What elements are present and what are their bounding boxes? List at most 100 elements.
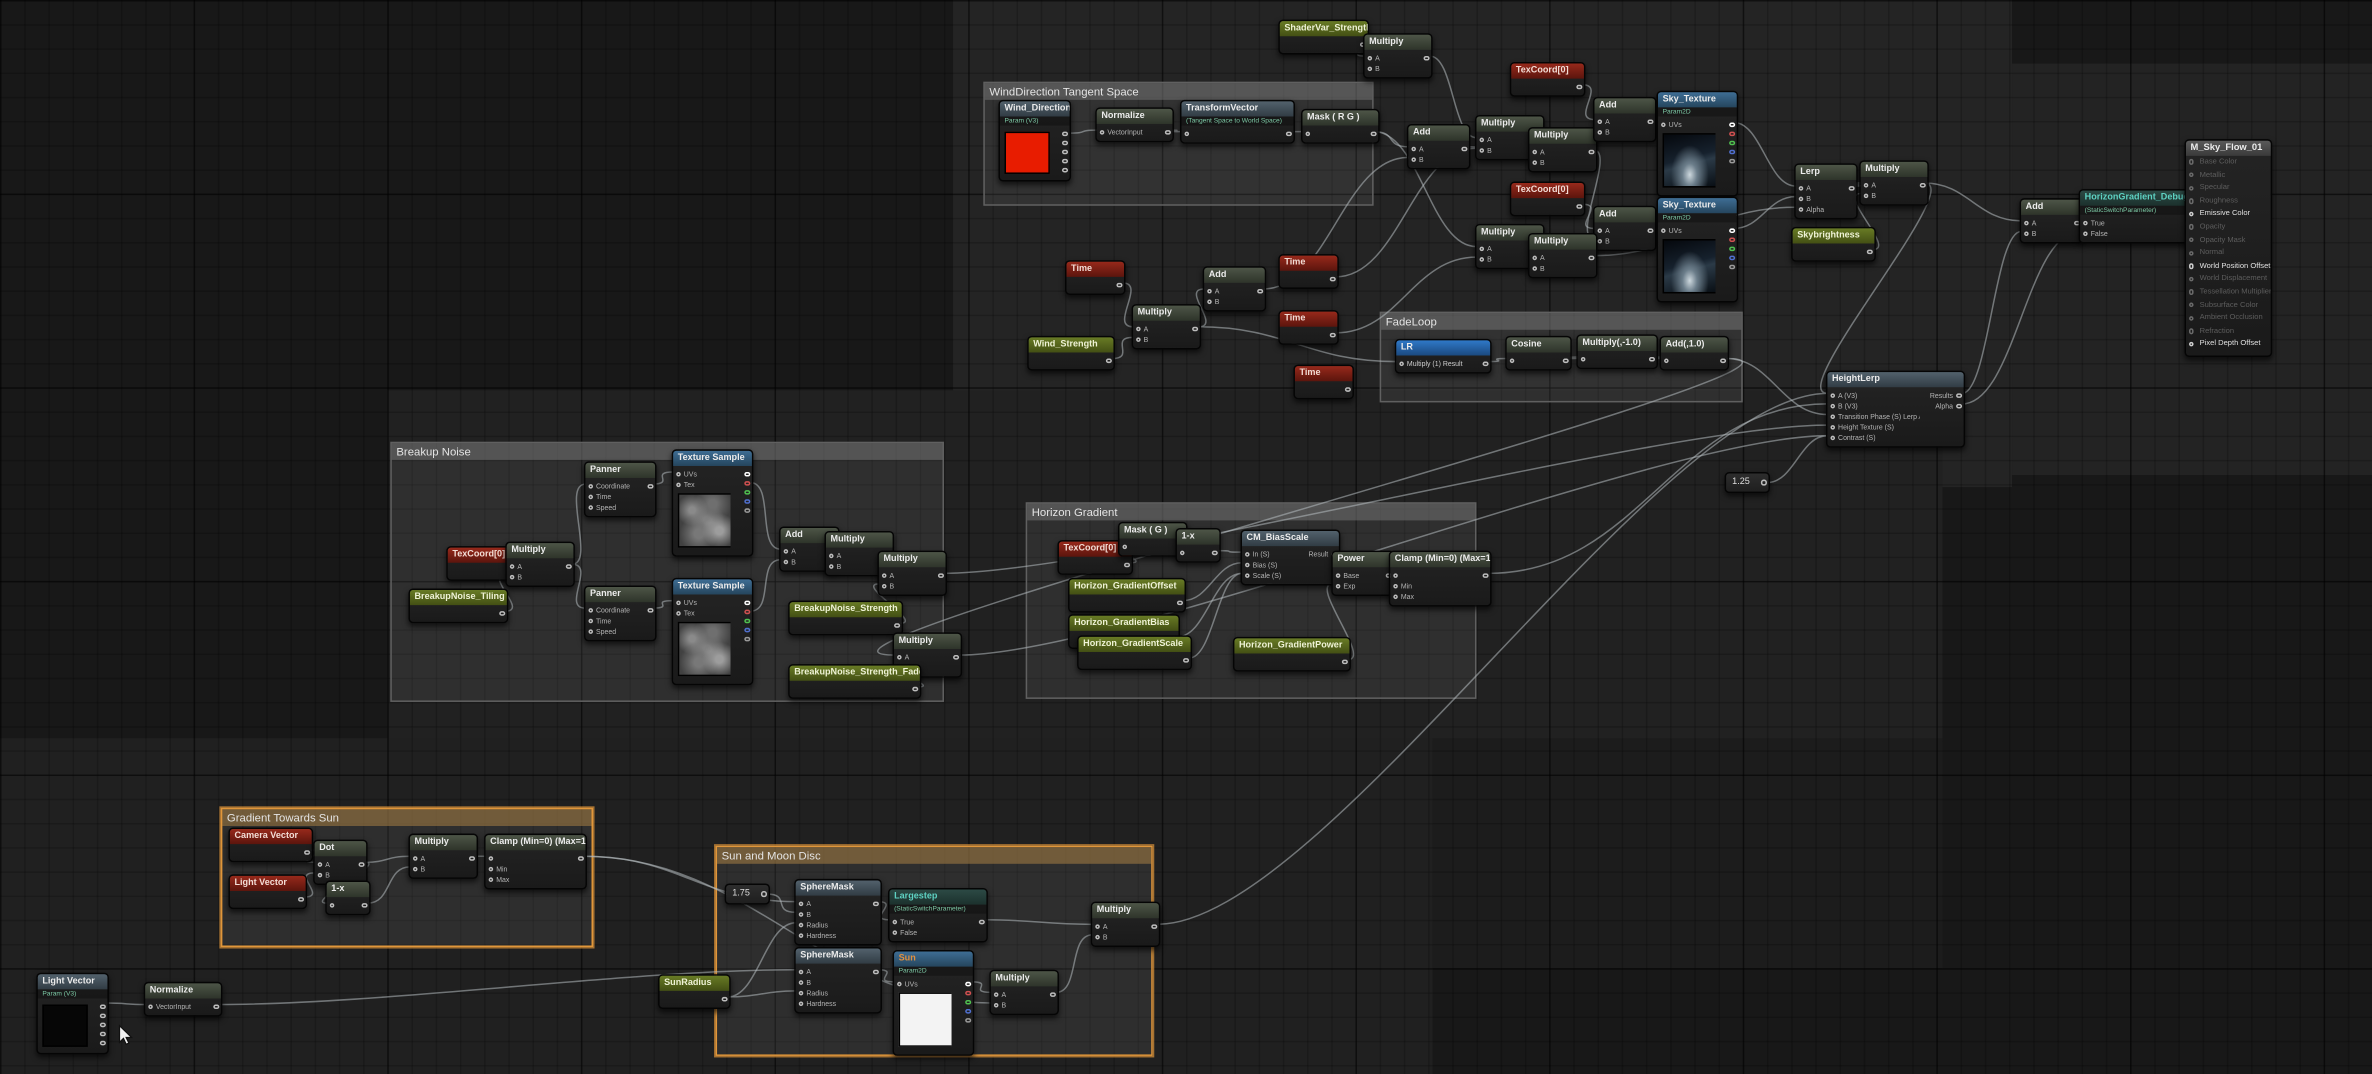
material-pin-row[interactable]: Base Color xyxy=(2186,156,2271,169)
input-pin[interactable] xyxy=(1184,131,1189,136)
output-pin[interactable] xyxy=(1062,167,1067,172)
output-pin[interactable] xyxy=(1729,149,1734,154)
node-skybrightness[interactable]: Skybrightness xyxy=(1791,227,1876,262)
node-spheremask[interactable]: SphereMaskABRadiusHardness xyxy=(794,947,882,1014)
node-time[interactable]: Time xyxy=(1293,365,1354,400)
output-pin[interactable] xyxy=(213,1004,218,1009)
node-time[interactable]: Time xyxy=(1278,310,1339,345)
wire[interactable] xyxy=(728,923,796,997)
node-light-vector[interactable]: Light VectorParam (V3) xyxy=(36,973,109,1055)
node-texcoord-0[interactable]: TexCoord[0] xyxy=(1510,62,1586,97)
node-cm-biasscale[interactable]: CM_BiasScaleIn (S)Bias (S)Scale (S)Resul… xyxy=(1240,529,1340,585)
input-pin[interactable] xyxy=(2188,289,2193,294)
material-pin-row[interactable]: Pixel Depth Offset xyxy=(2186,338,2271,351)
input-pin[interactable] xyxy=(2188,276,2193,281)
node-multiply[interactable]: MultiplyAB xyxy=(1528,127,1598,172)
input-pin[interactable] xyxy=(783,559,788,564)
input-pin[interactable] xyxy=(1244,562,1249,567)
node-1-75[interactable]: 1.75 xyxy=(725,883,770,904)
input-pin[interactable] xyxy=(2188,341,2193,346)
output-pin[interactable] xyxy=(873,901,878,906)
material-pin-row[interactable]: Ambient Occlusion xyxy=(2186,312,2271,325)
input-pin[interactable] xyxy=(1335,573,1340,578)
output-pin[interactable] xyxy=(1729,237,1734,242)
output-pin[interactable] xyxy=(1330,332,1335,337)
input-pin[interactable] xyxy=(1206,299,1211,304)
input-pin[interactable] xyxy=(993,1002,998,1007)
output-pin[interactable] xyxy=(1371,131,1376,136)
node-shadervar-strength[interactable]: ShaderVar_Strength xyxy=(1278,20,1369,55)
input-pin[interactable] xyxy=(509,574,514,579)
output-pin[interactable] xyxy=(1761,480,1766,485)
node-add[interactable]: AddAB xyxy=(1407,124,1471,169)
node-camera-vector[interactable]: Camera Vector xyxy=(228,828,313,863)
material-pin-row[interactable]: World Position Offset xyxy=(2186,260,2271,273)
input-pin[interactable] xyxy=(828,564,833,569)
node-clamp-min-0-max-1[interactable]: Clamp (Min=0) (Max=1)MinMax xyxy=(1389,551,1492,607)
node-multiply[interactable]: MultiplyAB xyxy=(1528,233,1598,278)
output-pin[interactable] xyxy=(1062,131,1067,136)
node-heightlerp[interactable]: HeightLerpA (V3)B (V3)Transition Phase (… xyxy=(1826,371,1965,448)
input-pin[interactable] xyxy=(1580,356,1585,361)
output-pin[interactable] xyxy=(744,636,749,641)
input-pin[interactable] xyxy=(1393,594,1398,599)
input-pin[interactable] xyxy=(1095,924,1100,929)
output-pin[interactable] xyxy=(744,609,749,614)
input-pin[interactable] xyxy=(1479,137,1484,142)
texture-thumbnail[interactable] xyxy=(678,622,731,676)
input-pin[interactable] xyxy=(317,862,322,867)
input-pin[interactable] xyxy=(2188,315,2193,320)
material-pin-row[interactable]: Specular xyxy=(2186,182,2271,195)
output-pin[interactable] xyxy=(761,891,766,896)
input-pin[interactable] xyxy=(1335,583,1340,588)
output-pin[interactable] xyxy=(744,618,749,623)
texture-thumbnail[interactable] xyxy=(1663,239,1716,293)
input-pin[interactable] xyxy=(896,654,901,659)
node-lerp[interactable]: LerpABAlpha xyxy=(1794,163,1858,219)
input-pin[interactable] xyxy=(2023,220,2028,225)
output-pin[interactable] xyxy=(1062,149,1067,154)
output-pin[interactable] xyxy=(1729,228,1734,233)
node-panner[interactable]: PannerCoordinateTimeSpeed xyxy=(584,585,657,641)
output-pin[interactable] xyxy=(1461,146,1466,151)
wire[interactable] xyxy=(106,1003,145,1005)
wire[interactable] xyxy=(1056,935,1092,992)
input-pin[interactable] xyxy=(1863,193,1868,198)
node-normalize[interactable]: NormalizeVectorInput xyxy=(1095,107,1174,142)
wire[interactable] xyxy=(365,856,410,862)
wire[interactable] xyxy=(368,867,410,903)
graph-viewport[interactable]: WindDirection Tangent SpaceFadeLoopBreak… xyxy=(0,0,2372,1074)
input-pin[interactable] xyxy=(1135,337,1140,342)
node-1-x[interactable]: 1-x xyxy=(325,880,370,915)
input-pin[interactable] xyxy=(1244,573,1249,578)
node-add[interactable]: AddAB xyxy=(1593,206,1657,251)
input-pin[interactable] xyxy=(798,1001,803,1006)
input-pin[interactable] xyxy=(1411,157,1416,162)
input-pin[interactable] xyxy=(2023,231,2028,236)
input-pin[interactable] xyxy=(1367,55,1372,60)
input-pin[interactable] xyxy=(798,980,803,985)
input-pin[interactable] xyxy=(828,553,833,558)
input-pin[interactable] xyxy=(588,629,593,634)
output-pin[interactable] xyxy=(1720,358,1725,363)
node-multiply[interactable]: MultiplyAB xyxy=(408,834,478,879)
output-pin[interactable] xyxy=(1563,358,1568,363)
input-pin[interactable] xyxy=(1830,414,1835,419)
input-pin[interactable] xyxy=(798,933,803,938)
wire[interactable] xyxy=(750,483,780,550)
input-pin[interactable] xyxy=(1532,149,1537,154)
texture-thumbnail[interactable] xyxy=(899,992,952,1046)
wire[interactable] xyxy=(1734,197,1796,229)
node-cosine[interactable]: Cosine xyxy=(1505,336,1572,371)
node-spheremask[interactable]: SphereMaskABRadiusHardness xyxy=(794,879,882,946)
input-pin[interactable] xyxy=(1367,66,1372,71)
wire[interactable] xyxy=(878,359,1743,656)
output-pin[interactable] xyxy=(1588,149,1593,154)
input-pin[interactable] xyxy=(1122,544,1127,549)
output-pin[interactable] xyxy=(100,1013,105,1018)
wire[interactable] xyxy=(1489,404,1828,573)
input-pin[interactable] xyxy=(1532,265,1537,270)
output-pin[interactable] xyxy=(965,990,970,995)
node-dot[interactable]: DotAB xyxy=(313,840,367,885)
output-pin[interactable] xyxy=(1920,182,1925,187)
